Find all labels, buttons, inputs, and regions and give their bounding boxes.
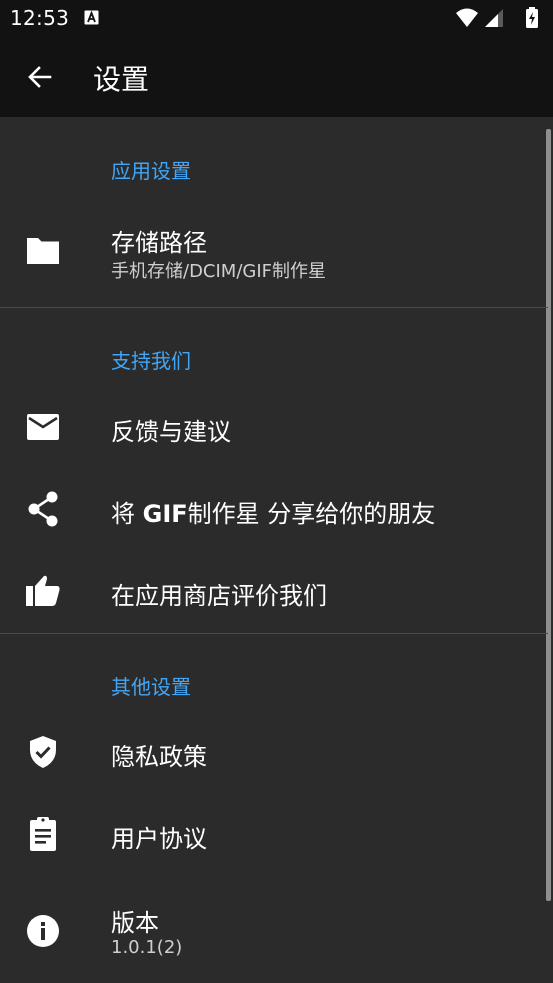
page-title: 设置: [93, 63, 150, 96]
wifi-icon: [456, 8, 478, 27]
pref-version[interactable]: 版本 1.0.1(2): [0, 875, 548, 983]
pref-rate-app-title: 在应用商店评价我们: [111, 582, 327, 610]
status-icons: [456, 7, 538, 28]
share-icon: [28, 491, 58, 527]
clipboard-icon: [30, 817, 56, 851]
pref-version-title: 版本: [111, 909, 159, 937]
pref-storage-path-title: 存储路径: [111, 229, 207, 257]
pref-privacy-policy[interactable]: 隐私政策: [0, 711, 548, 793]
divider: [0, 307, 548, 308]
pref-share-title: 将 GIF制作星 分享给你的朋友: [111, 500, 436, 528]
thumb-up-icon: [26, 575, 60, 606]
status-time: 12:53: [10, 6, 70, 30]
pref-user-agreement-title: 用户协议: [111, 825, 207, 853]
pref-feedback[interactable]: 反馈与建议: [0, 386, 548, 468]
shield-check-icon: [30, 736, 56, 768]
battery-charging-icon: [526, 7, 538, 28]
pref-privacy-policy-title: 隐私政策: [111, 743, 207, 771]
divider: [0, 633, 548, 634]
a-keyboard-icon: [84, 10, 99, 25]
app-bar: 设置: [0, 37, 553, 117]
pref-storage-path[interactable]: 存储路径 手机存储/DCIM/GIF制作星: [0, 200, 548, 306]
mail-icon: [27, 414, 59, 440]
pref-version-summary: 1.0.1(2): [111, 937, 183, 958]
section-header-other: 其他设置: [111, 675, 191, 699]
pref-feedback-title: 反馈与建议: [111, 418, 231, 446]
status-bar: 12:53: [0, 0, 553, 37]
pref-user-agreement[interactable]: 用户协议: [0, 793, 548, 875]
pref-storage-path-summary: 手机存储/DCIM/GIF制作星: [111, 261, 327, 282]
section-header-support: 支持我们: [111, 349, 191, 373]
signal-icon: [485, 9, 503, 27]
folder-icon: [27, 238, 59, 264]
info-icon: [27, 915, 59, 947]
pref-rate-app[interactable]: 在应用商店评价我们: [0, 550, 548, 632]
pref-share[interactable]: 将 GIF制作星 分享给你的朋友: [0, 468, 548, 550]
section-header-app-settings: 应用设置: [111, 159, 191, 183]
arrow-back-icon[interactable]: [26, 63, 54, 91]
